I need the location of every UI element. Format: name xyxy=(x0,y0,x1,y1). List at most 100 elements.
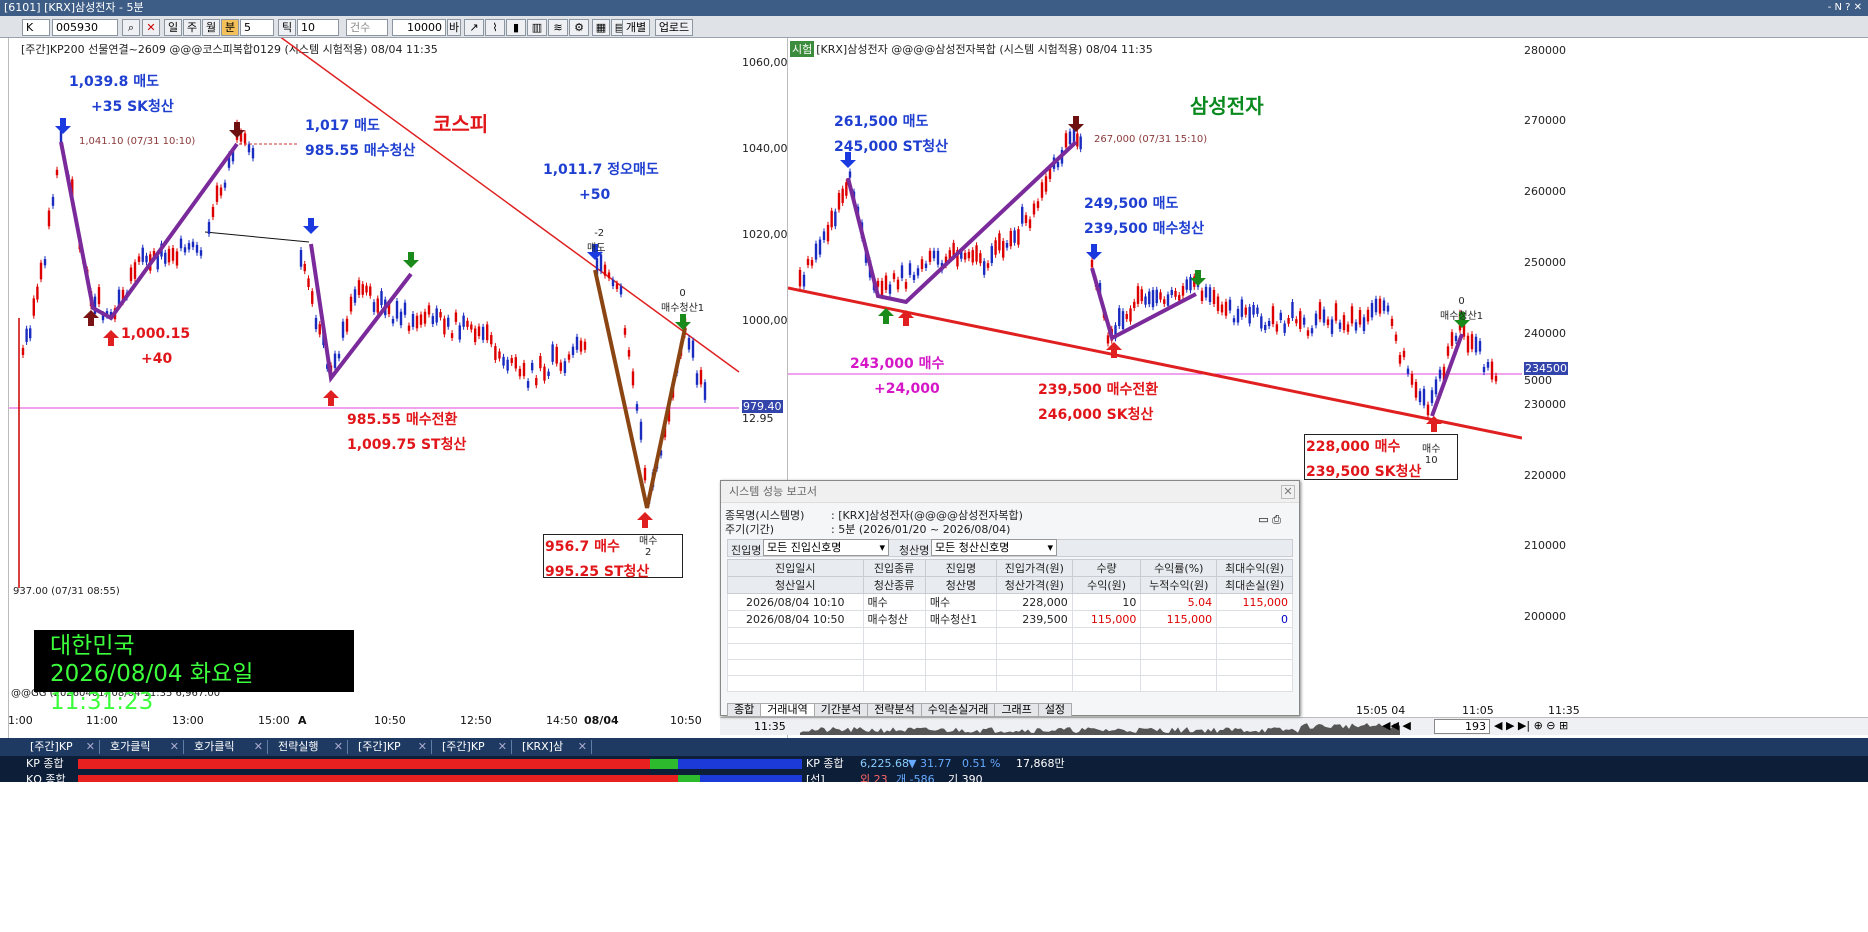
period-week-button[interactable]: 주 xyxy=(183,19,201,36)
candle xyxy=(967,251,971,259)
code-input[interactable]: 005930 xyxy=(52,19,118,36)
candle xyxy=(1248,306,1251,324)
candle xyxy=(1024,215,1028,224)
tab-settings[interactable]: 설정 xyxy=(1037,703,1073,717)
candle xyxy=(822,231,826,240)
candle xyxy=(1181,286,1185,296)
candle xyxy=(699,369,703,385)
candle xyxy=(1478,341,1482,352)
candle xyxy=(559,362,563,371)
nav-prev-icon[interactable]: ◀◀ ◀ xyxy=(1382,719,1411,732)
candle xyxy=(1185,279,1188,290)
period-min-button[interactable]: 분 xyxy=(221,19,239,36)
candle xyxy=(1079,136,1082,150)
tab-period[interactable]: 기간분석 xyxy=(813,703,869,717)
exit-select[interactable]: 모든 청산신호명 ▾ xyxy=(931,539,1057,556)
line-tool-icon[interactable]: ↗ xyxy=(464,19,484,36)
status-row-kq: KQ 종합 [선] 외 23 개 -586 기 390 xyxy=(0,772,1868,782)
candle xyxy=(575,336,579,350)
dialog-close-icon[interactable]: ✕ xyxy=(1281,485,1295,499)
candle xyxy=(311,291,314,304)
candle xyxy=(1140,289,1143,302)
signal-arrow xyxy=(903,317,909,326)
individual-button[interactable]: 개별 xyxy=(622,19,650,36)
candle xyxy=(703,382,707,400)
window-tab[interactable]: [주간]KP ✕ xyxy=(348,740,432,754)
candle xyxy=(1106,335,1110,344)
sig-exit-count: 0 매수청산1 xyxy=(661,288,705,314)
candle xyxy=(884,275,888,290)
candle xyxy=(932,250,936,259)
candle xyxy=(1017,229,1020,245)
signal-arrow xyxy=(303,226,319,234)
candle xyxy=(510,357,513,364)
candle xyxy=(1032,203,1036,215)
market-select[interactable]: K xyxy=(22,19,50,36)
window-tab[interactable]: 호가클릭 ✕ xyxy=(184,740,268,754)
dialog-print-icon[interactable]: ▭ ⎙ xyxy=(1258,513,1281,527)
tab-graph[interactable]: 그래프 xyxy=(994,703,1039,717)
window-tab[interactable]: [주간]KP ✕ xyxy=(432,740,512,754)
candle xyxy=(341,321,345,338)
table-row[interactable]: 2026/08/04 10:50 매수청산 매수청산1 239,500 115,000 1… xyxy=(727,610,1293,628)
candle xyxy=(207,221,211,234)
period-day-button[interactable]: 일 xyxy=(164,19,182,36)
candle xyxy=(599,254,603,272)
qty-select[interactable]: 건수 xyxy=(346,19,388,36)
search-icon[interactable]: ⌕ xyxy=(122,19,140,36)
position-zigzag xyxy=(1090,267,1197,341)
tab-summary[interactable]: 종합 xyxy=(727,703,762,717)
window-tab[interactable]: 호가클릭 ✕ xyxy=(100,740,184,754)
upload-button[interactable]: 업로드 xyxy=(655,19,693,36)
candle xyxy=(407,325,411,331)
candle xyxy=(522,362,526,377)
signal-arrow xyxy=(234,122,240,131)
candle xyxy=(1256,307,1259,314)
signal-arrow xyxy=(840,160,856,168)
candle xyxy=(619,286,623,295)
nav-next-icon[interactable]: ◀ ▶ ▶| ⊕ ⊖ ⊞ xyxy=(1494,719,1568,732)
candle xyxy=(579,340,583,352)
search-clear-icon[interactable]: ✕ xyxy=(142,19,160,36)
volume-overview[interactable] xyxy=(800,719,1400,735)
window-tab[interactable]: [주간]KP ✕ xyxy=(20,740,100,754)
layout-icon[interactable]: ▦ xyxy=(592,19,610,36)
tick-value-select[interactable]: 10 xyxy=(297,19,339,36)
tick-button[interactable]: 틱 xyxy=(278,19,296,36)
candle xyxy=(611,279,615,287)
indicator-icon[interactable]: ≋ xyxy=(548,19,568,36)
qty-input[interactable]: 10000 xyxy=(392,19,446,36)
performance-report-dialog[interactable]: 시스템 성능 보고서 ✕ 종목명(시스템명): [KRX]삼성전자(@@@@삼성… xyxy=(720,480,1300,717)
window-tab[interactable]: 전략실행 ✕ xyxy=(268,740,348,754)
table-row[interactable]: 2026/08/04 10:10 매수 매수 228,000 10 5.04 115,000 xyxy=(727,593,1293,611)
zigzag-tool-icon[interactable]: ⌇ xyxy=(485,19,505,36)
period-month-button[interactable]: 월 xyxy=(202,19,220,36)
candle xyxy=(450,333,454,339)
bar-count-input[interactable]: 193 xyxy=(1434,719,1490,734)
candle xyxy=(1068,131,1072,145)
candle xyxy=(904,282,908,289)
candle xyxy=(1450,332,1454,346)
candle xyxy=(567,354,571,360)
candle xyxy=(643,468,647,481)
candle xyxy=(39,262,43,280)
candle xyxy=(199,250,203,256)
tab-trades[interactable]: 거래내역 xyxy=(760,703,815,717)
candle xyxy=(1216,296,1220,311)
entry-select[interactable]: 모든 진입신호명 ▾ xyxy=(763,539,889,556)
r-ann-buy-2: 239,500 매수전환 246,000 SK청산 xyxy=(1038,382,1159,423)
candle xyxy=(908,263,912,275)
window-controls[interactable]: - N ? ✕ xyxy=(1828,0,1862,16)
candle xyxy=(1252,304,1255,315)
bar-tool-icon[interactable]: ▮ xyxy=(506,19,526,36)
tab-pnl[interactable]: 수익손실거래 xyxy=(920,703,996,717)
candle xyxy=(1121,311,1125,330)
candle xyxy=(1326,319,1330,326)
candle xyxy=(395,300,399,319)
tab-strategy[interactable]: 전략분석 xyxy=(867,703,922,717)
chart-type-icon[interactable]: ▥ xyxy=(527,19,547,36)
settings-icon[interactable]: ⚙ xyxy=(569,19,589,36)
window-tab[interactable]: [KRX]삼 ✕ xyxy=(512,740,592,754)
period-value-select[interactable]: 5 xyxy=(240,19,274,36)
left-low-label: 937.00 (07/31 08:55) xyxy=(13,586,120,597)
